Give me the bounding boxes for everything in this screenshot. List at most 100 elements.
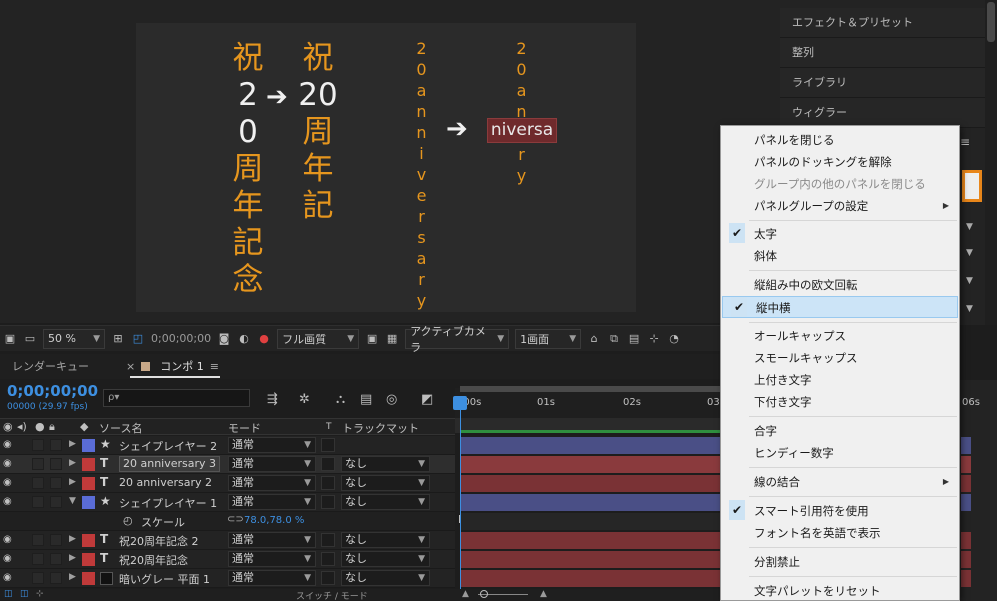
label-color[interactable] [82,534,95,547]
layer-name[interactable]: 祝20周年記念 2 [119,533,199,549]
menu-item-reset-character[interactable]: 文字パレットをリセット [721,580,959,601]
menu-item-superscript[interactable]: 上付き文字 [721,369,959,391]
column-source-name[interactable]: ソース名 [99,420,142,436]
expand-icon[interactable]: ▶ [69,553,76,563]
expand-icon[interactable]: ▶ [69,477,76,487]
panel-item-libraries[interactable]: ライブラリ [780,68,985,98]
panel-item-align[interactable]: 整列 [780,38,985,68]
menu-item-hindi-digits[interactable]: ヒンディー数字 [721,442,959,464]
layer-name[interactable]: 20 anniversary 2 [119,476,212,489]
eye-icon[interactable]: ◉ [3,458,12,469]
mode-dropdown[interactable]: 通常 ▼ [228,475,316,491]
lock-icon[interactable]: 🔒︎ [49,420,55,434]
lock-switch[interactable] [50,572,62,584]
playhead-line[interactable] [460,400,461,600]
monitor-icon[interactable]: ▭ [23,332,37,346]
eye-icon[interactable]: ◉ [3,477,12,488]
menu-item-faux-italic[interactable]: 斜体 [721,245,959,267]
menu-item-rotate-roman[interactable]: 縦組み中の欧文回転 [721,274,959,296]
menu-item-line-join[interactable]: 線の結合 ▶ [721,471,959,493]
layer-search-input[interactable]: ρ▾ [103,389,250,407]
layer-duration-bar[interactable] [961,551,971,568]
zoom-dropdown[interactable]: 50 % ▼ [43,328,105,349]
panel-item-wiggler[interactable]: ウィグラー [780,98,985,128]
quality-dropdown[interactable]: フル画質 ▼ [277,328,360,349]
text-layer-kanji-vertical[interactable]: 祝 2 0 周 年 記 念 [228,40,268,299]
chevron-down-icon[interactable]: ▼ [966,304,973,314]
preserve-transparency-checkbox[interactable] [321,533,335,547]
layer-duration-bar[interactable] [460,475,720,492]
menu-item-small-caps[interactable]: スモールキャップス [721,347,959,369]
stopwatch-icon[interactable]: ◴ [123,514,133,527]
eye-icon[interactable]: ◉ [3,553,12,564]
color-channel-icon[interactable]: ● [257,332,271,346]
comp-flowchart-icon[interactable]: ⇶ [267,392,278,407]
graph-editor-icon[interactable]: ◩ [421,392,433,407]
chevron-down-icon[interactable]: ▼ [966,222,973,232]
expand-icon[interactable]: ▶ [69,458,76,468]
layer-duration-bar[interactable] [460,456,720,473]
track-matte-dropdown[interactable]: なし ▼ [341,570,430,586]
toggle-icon[interactable]: ⊹ [36,589,44,599]
layer-row[interactable]: ◉ ▶ T 20 anniversary 3 通常 ▼ なし ▼ [0,455,455,474]
toggle-icon[interactable]: ◫ [4,589,13,599]
lock-switch[interactable] [50,534,62,546]
expand-icon[interactable]: ▶ [69,572,76,582]
track-matte-dropdown[interactable]: なし ▼ [341,494,430,510]
eye-icon[interactable]: ◉ [3,439,12,450]
menu-item-faux-bold[interactable]: ✔ 太字 [721,223,959,245]
text-layer-anniversary-top[interactable]: 2 0 a n [512,38,532,122]
layer-duration-bar[interactable] [460,532,720,549]
mode-dropdown[interactable]: 通常 ▼ [228,456,316,472]
menu-item-subscript[interactable]: 下付き文字 [721,391,959,413]
preserve-transparency-checkbox[interactable] [321,457,335,471]
3d-view-icon[interactable]: ⌂ [587,332,601,346]
timeline-icon[interactable]: ▤ [627,332,641,346]
solo-switch[interactable] [32,496,44,508]
mode-dropdown[interactable]: 通常 ▼ [228,437,316,453]
track-matte-dropdown[interactable]: なし ▼ [341,551,430,567]
lock-switch[interactable] [50,477,62,489]
preserve-transparency-checkbox[interactable] [321,571,335,585]
column-track-matte[interactable]: トラックマット [342,420,419,436]
label-color[interactable] [82,572,95,585]
time-ruler[interactable] [455,388,720,418]
zoom-out-icon[interactable]: ▲ [462,589,469,599]
label-color[interactable] [82,553,95,566]
show-snapshot-icon[interactable]: ◐ [237,332,251,346]
layer-duration-bar[interactable] [460,494,720,511]
link-icon[interactable]: ⊂⊃ [227,514,244,525]
views-dropdown[interactable]: 1画面 ▼ [515,328,582,349]
layer-name[interactable]: シェイプレイヤー 1 [119,495,217,511]
tab-render-queue[interactable]: レンダーキュー [0,354,118,379]
text-layer-kanji-tatechuyoko[interactable]: 祝 20 周 年 記 [296,40,340,225]
expand-icon[interactable]: ▶ [69,439,76,449]
menu-item-smart-quotes[interactable]: ✔ スマート引用符を使用 [721,500,959,522]
solo-switch[interactable] [32,534,44,546]
current-time-display[interactable]: 0;00;00;00 [7,382,98,400]
flowchart-icon[interactable]: ⊹ [647,332,661,346]
property-row-scale[interactable]: ◴ スケール ⊂⊃ 78.0,78.0 % [0,512,455,531]
layer-name[interactable]: シェイプレイヤー 2 [119,438,217,454]
menu-item-no-break[interactable]: 分割禁止 [721,551,959,573]
close-icon[interactable]: × [126,360,135,373]
scrollbar-thumb[interactable] [987,2,995,42]
layer-duration-bar[interactable] [961,570,971,587]
camera-snapshot-icon[interactable]: ◙ [217,332,231,346]
frame-blend-icon[interactable]: ▤ [360,392,372,407]
text-layer-anniversary-vertical[interactable]: 2 0 a n n i v e r s a r y [412,38,432,311]
exposure-icon[interactable]: ◔ [667,332,681,346]
menu-item-all-caps[interactable]: オールキャップス [721,325,959,347]
panel-item-effects-presets[interactable]: エフェクト＆プリセット [780,8,985,38]
lock-switch[interactable] [50,458,62,470]
layer-duration-bar[interactable] [961,475,971,492]
selected-text-highlight[interactable]: niversa [487,118,557,143]
mode-dropdown[interactable]: 通常 ▼ [228,570,316,586]
region-icon[interactable]: ▣ [3,332,17,346]
layer-duration-bar[interactable] [961,532,971,549]
lock-switch[interactable] [50,553,62,565]
layer-row[interactable]: ◉ ▼ ★ シェイプレイヤー 1 通常 ▼ なし ▼ [0,493,455,512]
layer-duration-bar[interactable] [961,456,971,473]
layer-name[interactable]: 20 anniversary 3 [119,456,221,472]
menu-item-panel-group-settings[interactable]: パネルグループの設定 ▶ [721,195,959,217]
